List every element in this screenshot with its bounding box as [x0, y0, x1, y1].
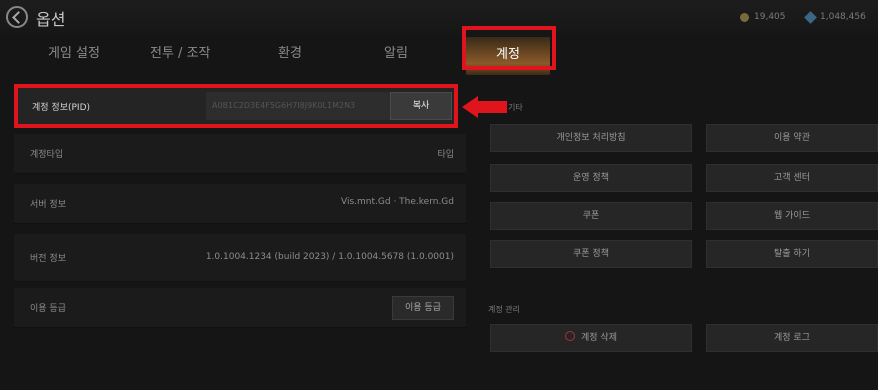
- account-panel: 계정타입 타입 서버 정보 Vis.mnt.Gd · The.kern.Gd 버…: [14, 86, 466, 390]
- tab-notifications[interactable]: 알림: [384, 42, 408, 61]
- operation-policy-button[interactable]: 운영 정책: [490, 164, 692, 192]
- account-logout-button[interactable]: 계정 로그: [706, 324, 878, 352]
- web-guide-button[interactable]: 웹 가이드: [706, 202, 878, 230]
- back-arrow-icon[interactable]: [6, 6, 28, 28]
- age-rating-row: 이용 등급 이용 등급: [14, 288, 466, 328]
- server-info-row: 서버 정보 Vis.mnt.Gd · The.kern.Gd: [14, 184, 466, 224]
- tab-game-settings[interactable]: 게임 설정: [48, 42, 100, 61]
- top-bar: 옵션 19,405 1,048,456: [0, 0, 878, 36]
- warning-icon: [565, 331, 575, 341]
- server-info-label: 서버 정보: [30, 200, 66, 210]
- version-info-value: 1.0.1004.1234 (build 2023) / 1.0.1004.56…: [205, 252, 454, 262]
- privacy-policy-button[interactable]: 개인정보 처리방침: [490, 124, 692, 152]
- terms-button[interactable]: 이용 약관: [706, 124, 878, 152]
- coin-amount: 19,405: [754, 12, 786, 22]
- server-info-value: Vis.mnt.Gd · The.kern.Gd: [341, 197, 454, 207]
- tab-environment[interactable]: 환경: [278, 42, 302, 61]
- links-panel: 기타 개인정보 처리방침 운영 정책 쿠폰 쿠폰 정책 이용 약관 고객 센터 …: [484, 86, 878, 390]
- delete-account-label: 계정 삭제: [581, 333, 617, 343]
- account-mgmt-section-label: 계정 관리: [488, 305, 520, 314]
- coin-icon: [740, 12, 749, 22]
- currency-gem: 1,048,456: [804, 10, 866, 24]
- tab-bar: 게임 설정 전투 / 조작 환경 알림 계정: [0, 36, 878, 75]
- customer-center-button[interactable]: 고객 센터: [706, 164, 878, 192]
- version-info-row: 버전 정보 1.0.1004.1234 (build 2023) / 1.0.1…: [14, 234, 466, 282]
- account-type-value: 타입: [437, 150, 454, 160]
- coupon-button[interactable]: 쿠폰: [490, 202, 692, 230]
- links-section-label: 기타: [508, 103, 523, 112]
- currency-coin: 19,405: [740, 12, 786, 22]
- coupon-policy-button[interactable]: 쿠폰 정책: [490, 240, 692, 268]
- pid-highlight-box: [14, 84, 458, 128]
- page-title: 옵션: [36, 10, 66, 29]
- withdraw-button[interactable]: 탈출 하기: [706, 240, 878, 268]
- delete-account-button[interactable]: 계정 삭제: [490, 324, 692, 352]
- tab-combat-control[interactable]: 전투 / 조작: [150, 42, 211, 61]
- gem-amount: 1,048,456: [820, 12, 866, 22]
- account-type-row: 계정타입 타입: [14, 134, 466, 174]
- version-info-label: 버전 정보: [30, 254, 66, 264]
- gem-icon: [804, 10, 817, 24]
- account-type-label: 계정타입: [30, 150, 64, 160]
- age-rating-label: 이용 등급: [30, 304, 66, 314]
- tab-highlight-box: [462, 26, 556, 70]
- age-rating-button[interactable]: 이용 등급: [392, 296, 454, 320]
